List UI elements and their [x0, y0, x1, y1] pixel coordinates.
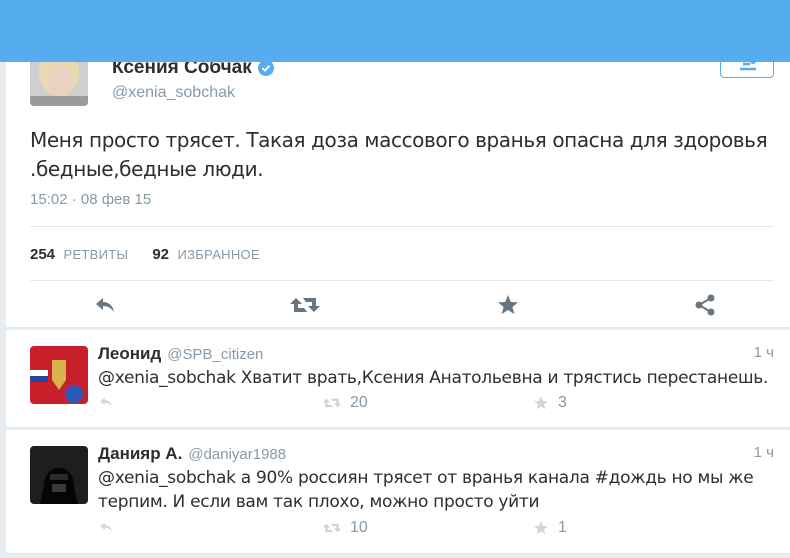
- retweet-count: 20: [350, 394, 368, 411]
- reply-icon: [96, 298, 114, 312]
- reply-button[interactable]: [98, 394, 114, 410]
- reply-button[interactable]: [92, 292, 118, 318]
- retweet-button[interactable]: 10: [322, 519, 368, 537]
- reply-timestamp[interactable]: 1 ч: [754, 444, 774, 461]
- tweet-text-line-2: .бедные,бедные люди.: [30, 157, 264, 181]
- star-icon: [534, 396, 548, 410]
- divider: [30, 226, 774, 227]
- retweet-icon: [322, 398, 342, 408]
- reply-avatar[interactable]: [30, 346, 88, 404]
- retweets-count: 254: [30, 246, 56, 263]
- favorite-button[interactable]: 1: [532, 519, 567, 537]
- retweet-icon: [322, 523, 342, 533]
- reply-icon: [100, 397, 112, 407]
- reply-actions: 10 1: [98, 519, 778, 539]
- reply-timestamp[interactable]: 1 ч: [754, 344, 774, 361]
- favorite-button[interactable]: [495, 292, 521, 318]
- retweet-button[interactable]: [289, 292, 321, 318]
- reply-author-name[interactable]: Данияр А.: [98, 444, 182, 464]
- share-button[interactable]: [692, 292, 718, 318]
- favorites-label: ИЗБРАННОЕ: [177, 247, 260, 262]
- reply-icon: [100, 522, 112, 532]
- tweet-timestamp[interactable]: 15:02 · 08 фев 15: [30, 191, 151, 208]
- favorite-count: 3: [558, 394, 567, 411]
- retweets-label: РЕТВИТЫ: [63, 247, 129, 262]
- reply-actions: 20 3: [98, 394, 778, 414]
- retweets-stat[interactable]: 254 РЕТВИТЫ: [30, 246, 128, 264]
- reply-avatar[interactable]: [30, 446, 88, 504]
- reply-author-handle[interactable]: @SPB_citizen: [167, 346, 263, 363]
- retweet-icon: [290, 298, 320, 312]
- reply-author-name[interactable]: Леонид: [98, 344, 161, 364]
- reply-tweet[interactable]: Данияр А. @daniyar1988 1 ч @xenia_sobcha…: [6, 430, 790, 554]
- retweet-button[interactable]: 20: [322, 394, 368, 412]
- share-icon: [695, 294, 715, 316]
- tweet-text-line-1: Меня просто трясет. Такая доза массового…: [30, 128, 768, 152]
- retweet-count: 10: [350, 519, 368, 536]
- reply-header: Данияр А. @daniyar1988: [98, 444, 286, 464]
- star-icon: [498, 295, 518, 314]
- favorite-count: 1: [558, 519, 567, 536]
- star-icon: [534, 521, 548, 535]
- top-navigation-bar: [0, 0, 790, 62]
- divider: [30, 280, 774, 281]
- reply-text: @xenia_sobchak Хватит врать,Ксения Анато…: [98, 368, 769, 388]
- tweet-text: Меня просто трясет. Такая доза массового…: [30, 126, 780, 184]
- reply-tweet[interactable]: Леонид @SPB_citizen 1 ч @xenia_sobchak Х…: [6, 330, 790, 428]
- tweet-stats: 254 РЕТВИТЫ 92 ИЗБРАННОЕ: [30, 246, 260, 264]
- reply-author-handle[interactable]: @daniyar1988: [188, 446, 286, 463]
- favorite-button[interactable]: 3: [532, 394, 567, 412]
- reply-button[interactable]: [98, 519, 114, 535]
- reply-text: @xenia_sobchak а 90% россиян трясет от в…: [98, 468, 754, 512]
- reply-header: Леонид @SPB_citizen: [98, 344, 263, 364]
- author-handle[interactable]: @xenia_sobchak: [112, 84, 235, 102]
- tweet-actions: [30, 292, 774, 318]
- verified-badge-icon: [257, 60, 274, 76]
- favorites-stat[interactable]: 92 ИЗБРАННОЕ: [152, 246, 260, 264]
- favorites-count: 92: [152, 246, 170, 263]
